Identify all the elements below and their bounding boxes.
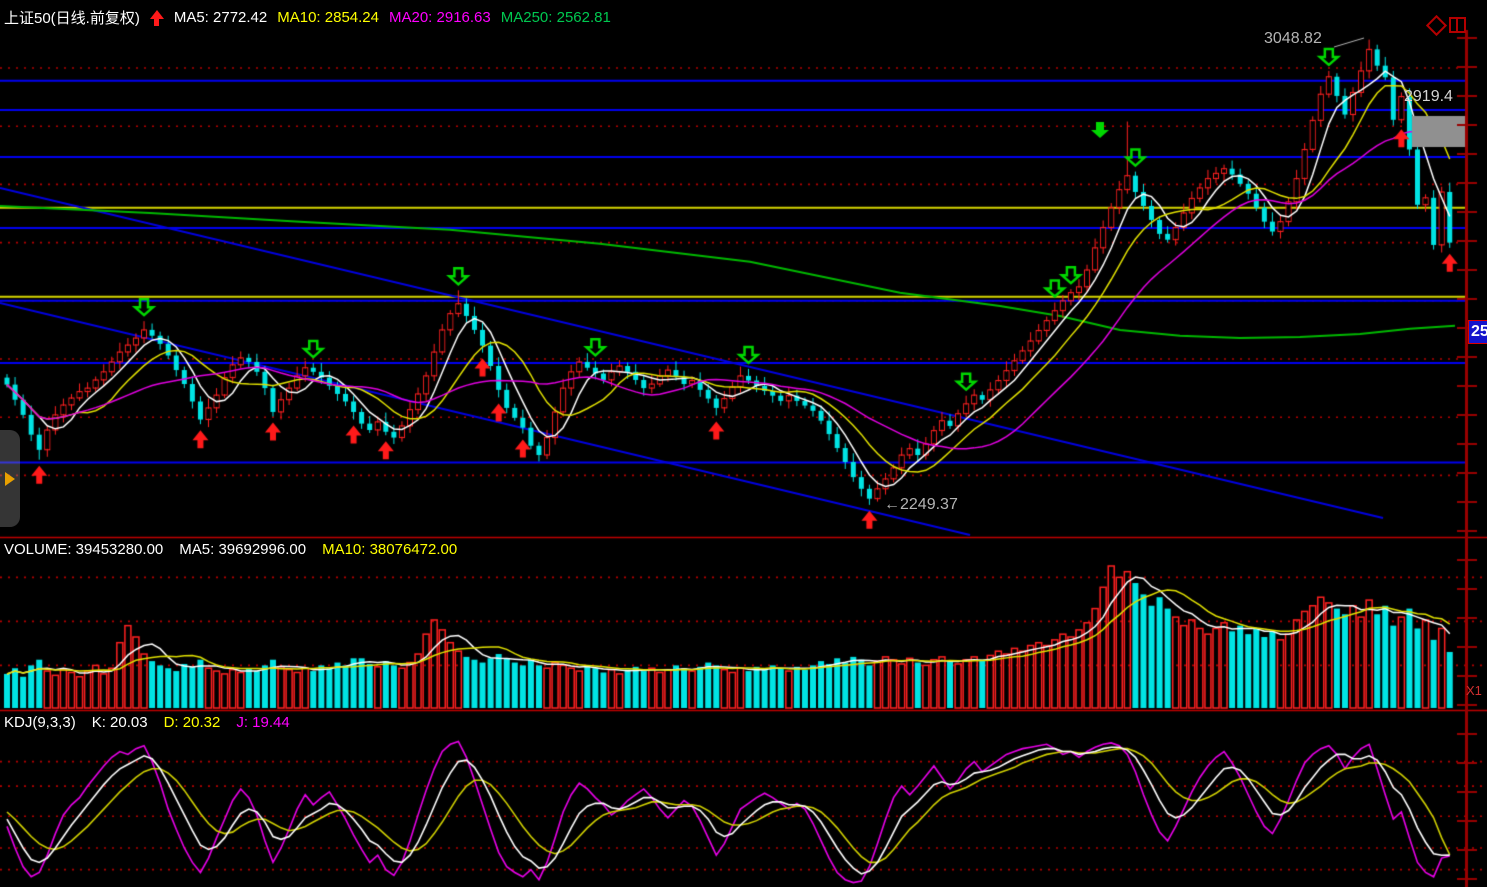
kdj-d-readout: D: 20.32 bbox=[164, 714, 221, 731]
peak-price-label: 3048.82 bbox=[1264, 30, 1322, 48]
left-panel-handle[interactable] bbox=[0, 430, 20, 527]
symbol-title: 上证50(日线.前复权) bbox=[4, 7, 140, 28]
volume-ma10-readout: MA10: 38076472.00 bbox=[322, 541, 457, 558]
volume-header: VOLUME: 39453280.00 MA5: 39692996.00 MA1… bbox=[4, 541, 457, 558]
split-window-icon[interactable] bbox=[1449, 17, 1466, 33]
price-header: 上证50(日线.前复权) MA5: 2772.42 MA10: 2854.24 … bbox=[4, 7, 611, 28]
split-window-icon-divider bbox=[1456, 19, 1458, 31]
kdj-j-readout: J: 19.44 bbox=[236, 714, 289, 731]
buy-signal-icon bbox=[150, 10, 164, 26]
chart-canvas[interactable] bbox=[0, 0, 1487, 887]
trough-price-label: ←2249.37 bbox=[884, 496, 958, 514]
axis-price-badge: 25 bbox=[1468, 320, 1487, 344]
ma10-readout: MA10: 2854.24 bbox=[277, 9, 379, 26]
axis-x1-label: X1 bbox=[1466, 683, 1482, 698]
chart-window: 上证50(日线.前复权) MA5: 2772.42 MA10: 2854.24 … bbox=[0, 0, 1487, 887]
kdj-header: KDJ(9,3,3) K: 20.03 D: 20.32 J: 19.44 bbox=[4, 714, 290, 731]
gap-price-label: 2919.4 bbox=[1404, 88, 1453, 106]
kdj-k-readout: K: 20.03 bbox=[92, 714, 148, 731]
ma20-readout: MA20: 2916.63 bbox=[389, 9, 491, 26]
ma5-readout: MA5: 2772.42 bbox=[174, 9, 267, 26]
expand-arrow-icon bbox=[5, 472, 15, 486]
kdj-name: KDJ(9,3,3) bbox=[4, 714, 76, 731]
volume-readout: VOLUME: 39453280.00 bbox=[4, 541, 163, 558]
volume-ma5-readout: MA5: 39692996.00 bbox=[179, 541, 306, 558]
ma250-readout: MA250: 2562.81 bbox=[501, 9, 611, 26]
